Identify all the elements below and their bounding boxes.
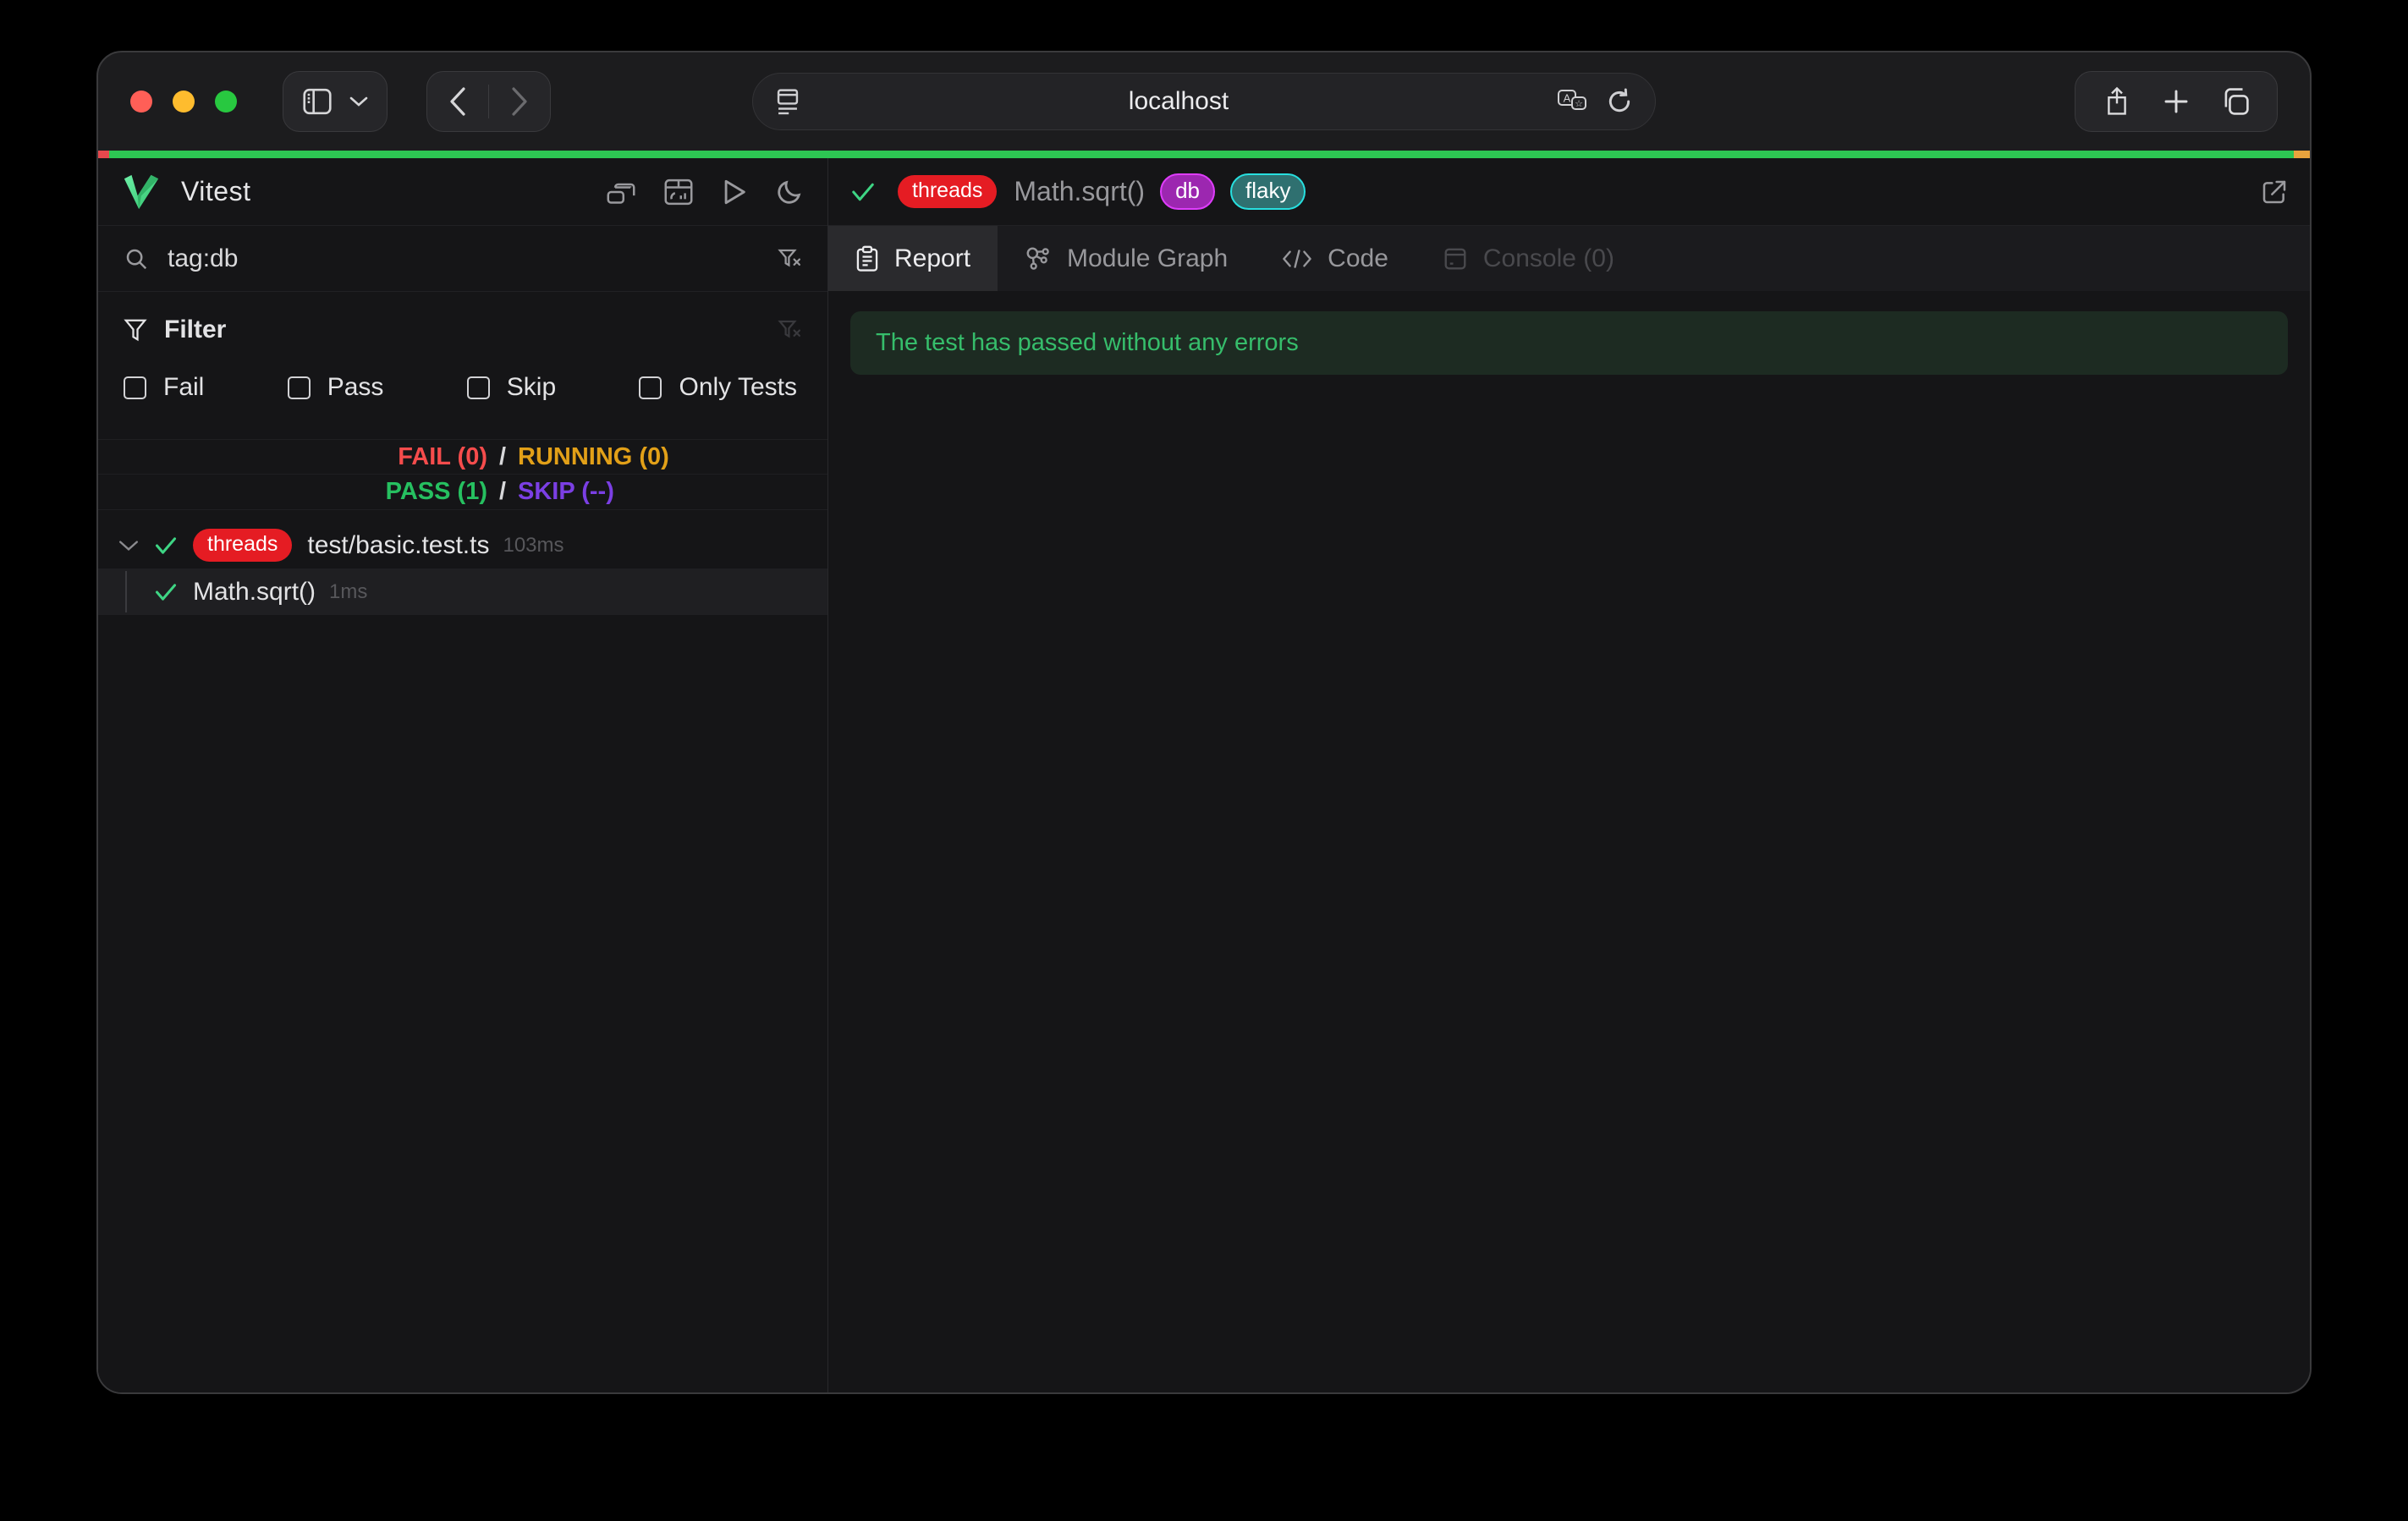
test-case-row[interactable]: Math.sqrt() 1ms — [98, 568, 827, 615]
window-controls — [130, 91, 237, 113]
test-run-summary: FAIL (0) / RUNNING (0) PASS (1) / SKIP (… — [98, 439, 827, 510]
checkbox-icon[interactable] — [124, 376, 146, 399]
detail-tab-bar: Report Module Graph — [828, 226, 2310, 291]
reader-icon[interactable] — [775, 87, 800, 116]
progress-pending-segment — [2294, 151, 2310, 158]
search-bar[interactable]: tag:db — [98, 226, 827, 292]
tag-badge-flaky: flaky — [1230, 173, 1306, 210]
test-progress-bar — [98, 151, 2310, 158]
back-button[interactable] — [427, 71, 488, 132]
tab-code[interactable]: Code — [1255, 226, 1416, 291]
code-icon — [1282, 247, 1312, 271]
tab-label: Report — [894, 244, 970, 273]
tab-overview-button[interactable] — [2206, 71, 2265, 132]
filter-label: Filter — [164, 316, 226, 344]
checkbox-icon[interactable] — [288, 376, 311, 399]
test-explorer-sidebar: Vitest — [98, 158, 828, 1392]
summary-separator: / — [487, 443, 518, 471]
tab-label: Code — [1328, 244, 1388, 273]
chevron-down-icon — [349, 96, 368, 107]
test-file-name: test/basic.test.ts — [307, 531, 489, 560]
dark-mode-icon[interactable] — [775, 178, 804, 206]
test-tree: threads test/basic.test.ts 103ms Math.sq… — [98, 522, 827, 615]
share-button[interactable] — [2087, 71, 2147, 132]
collapse-tests-icon[interactable] — [606, 178, 636, 206]
clear-search-filter-icon[interactable] — [777, 246, 802, 272]
tag-badge-db: db — [1160, 173, 1215, 210]
checkbox-icon[interactable] — [467, 376, 490, 399]
pool-badge: threads — [898, 175, 997, 208]
sidebar-toggle-icon — [302, 88, 333, 115]
tab-console[interactable]: Console (0) — [1416, 226, 1641, 291]
pass-check-icon — [154, 535, 178, 556]
skip-count: SKIP (--) — [518, 478, 827, 506]
pass-check-icon — [154, 582, 178, 602]
pass-count: PASS (1) — [98, 478, 487, 506]
browser-window: localhost A ☆ — [96, 51, 2312, 1394]
report-icon — [855, 245, 879, 272]
sidebar-header: Vitest — [98, 158, 827, 226]
search-input[interactable]: tag:db — [168, 244, 777, 273]
test-case-duration: 1ms — [329, 580, 367, 604]
tab-report[interactable]: Report — [828, 226, 998, 291]
open-in-editor-icon[interactable] — [2261, 178, 2288, 206]
test-file-row[interactable]: threads test/basic.test.ts 103ms — [98, 522, 827, 568]
filter-icon — [124, 317, 147, 343]
fail-count: FAIL (0) — [98, 443, 487, 471]
test-detail-panel: threads Math.sqrt() db flaky — [828, 158, 2310, 1392]
clear-filter-icon-disabled — [777, 317, 802, 343]
pool-badge: threads — [193, 529, 292, 562]
filter-checkbox-pass[interactable]: Pass — [288, 373, 384, 402]
toolbar-right-buttons — [2075, 71, 2278, 132]
progress-pass-segment — [109, 151, 2294, 158]
dashboard-icon[interactable] — [663, 178, 694, 206]
address-bar[interactable]: localhost A ☆ — [752, 73, 1656, 130]
test-detail-header: threads Math.sqrt() db flaky — [828, 158, 2310, 226]
reload-icon[interactable] — [1606, 88, 1633, 115]
selected-test-name: Math.sqrt() — [1014, 176, 1145, 207]
checkbox-label: Fail — [163, 373, 204, 402]
minimize-window-button[interactable] — [173, 91, 195, 113]
svg-text:A: A — [1564, 92, 1571, 105]
test-file-duration: 103ms — [503, 534, 564, 557]
filter-section: Filter Fail Pass — [98, 292, 827, 431]
checkbox-label: Pass — [327, 373, 384, 402]
checkbox-label: Only Tests — [679, 373, 797, 402]
console-icon — [1443, 246, 1468, 272]
pass-check-icon — [850, 181, 876, 203]
test-pass-banner: The test has passed without any errors — [850, 311, 2288, 375]
translate-icon[interactable]: A ☆ — [1557, 89, 1587, 114]
app-title: Vitest — [181, 176, 250, 207]
module-graph-icon — [1025, 245, 1052, 272]
navigation-buttons — [426, 71, 551, 132]
forward-button[interactable] — [489, 71, 550, 132]
summary-separator: / — [487, 478, 518, 506]
tab-label: Module Graph — [1067, 244, 1228, 273]
vitest-logo-icon — [122, 173, 161, 211]
test-case-name: Math.sqrt() — [193, 578, 316, 607]
close-window-button[interactable] — [130, 91, 152, 113]
checkbox-icon[interactable] — [639, 376, 662, 399]
filter-checkbox-skip[interactable]: Skip — [467, 373, 556, 402]
svg-text:☆: ☆ — [1575, 99, 1583, 109]
browser-toolbar: localhost A ☆ — [98, 52, 2310, 151]
search-icon — [124, 246, 149, 272]
tab-label: Console (0) — [1483, 244, 1614, 273]
checkbox-label: Skip — [507, 373, 556, 402]
progress-fail-segment — [98, 151, 109, 158]
running-count: RUNNING (0) — [518, 443, 827, 471]
summary-row: FAIL (0) / RUNNING (0) — [98, 439, 827, 475]
chevron-down-icon[interactable] — [118, 539, 139, 552]
indent-guide — [125, 571, 127, 612]
run-all-icon[interactable] — [721, 178, 748, 206]
zoom-window-button[interactable] — [215, 91, 237, 113]
new-tab-button[interactable] — [2147, 71, 2206, 132]
summary-row: PASS (1) / SKIP (--) — [98, 475, 827, 510]
tab-module-graph[interactable]: Module Graph — [998, 226, 1255, 291]
filter-checkbox-only-tests[interactable]: Only Tests — [639, 373, 797, 402]
sidebar-toggle-button[interactable] — [283, 71, 388, 132]
url-text[interactable]: localhost — [800, 87, 1557, 116]
filter-checkbox-fail[interactable]: Fail — [124, 373, 204, 402]
